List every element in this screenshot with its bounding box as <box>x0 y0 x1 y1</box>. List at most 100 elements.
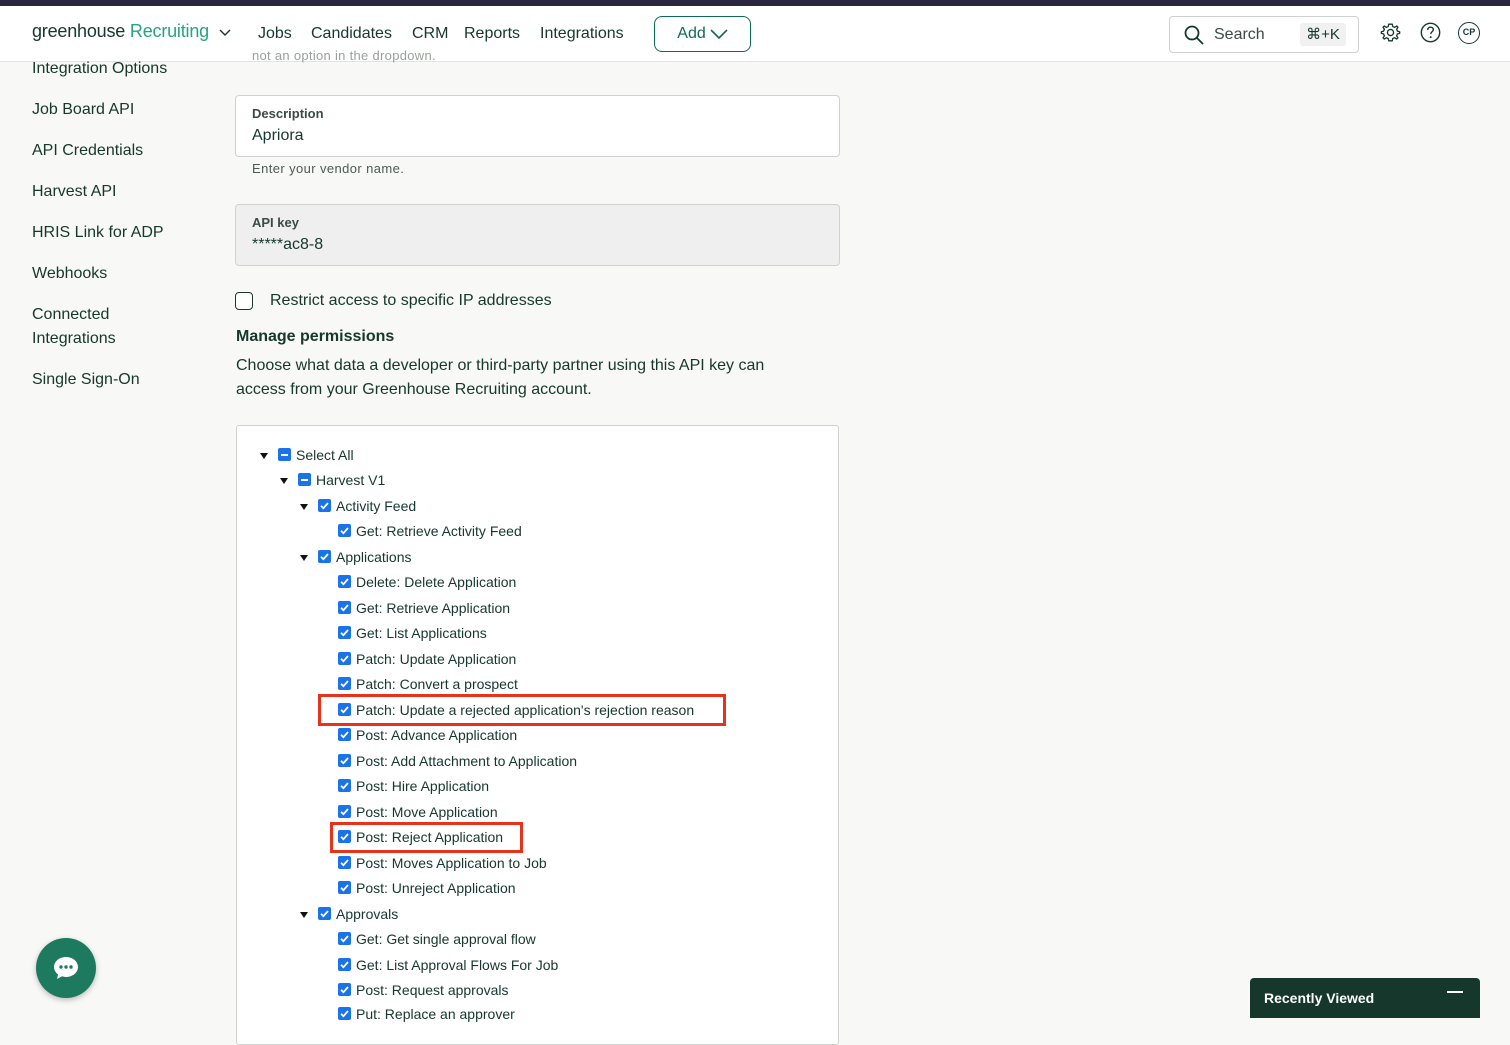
restrict-ip-label[interactable]: Restrict access to specific IP addresses <box>270 292 552 310</box>
expand-toggle-icon[interactable] <box>300 555 308 561</box>
sidebar-item-connected-integrations[interactable]: Connected Integrations <box>32 303 116 351</box>
checked-checkbox[interactable] <box>318 907 331 920</box>
tree-node-patch-update-application[interactable]: Patch: Update Application <box>237 651 837 671</box>
sidebar-item-single-sign-on[interactable]: Single Sign-On <box>32 368 140 392</box>
checked-checkbox[interactable] <box>338 830 351 843</box>
sidebar-item-job-board-api[interactable]: Job Board API <box>32 98 134 122</box>
expand-toggle-icon[interactable] <box>300 912 308 918</box>
tree-node-label: Get: Get single approval flow <box>356 931 536 947</box>
manage-permissions-description: Choose what data a developer or third-pa… <box>236 354 836 402</box>
search-placeholder: Search <box>1214 26 1265 43</box>
tree-node-post-unreject-application[interactable]: Post: Unreject Application <box>237 880 837 900</box>
tree-node-label: Post: Reject Application <box>356 829 504 845</box>
description-value[interactable]: Apriora <box>252 127 304 145</box>
tree-node-label: Put: Replace an approver <box>356 1006 515 1022</box>
tree-node-get-single-approval-flow[interactable]: Get: Get single approval flow <box>237 931 837 951</box>
tree-node-label: Select All <box>296 447 354 463</box>
indeterminate-checkbox[interactable] <box>298 473 311 486</box>
nav-jobs[interactable]: Jobs <box>258 25 292 43</box>
checked-checkbox[interactable] <box>338 958 351 971</box>
checked-checkbox[interactable] <box>338 1007 351 1020</box>
help-icon[interactable] <box>1420 22 1441 43</box>
tree-node-harvest-v1[interactable]: Harvest V1 <box>237 472 837 492</box>
tree-node-post-move-application[interactable]: Post: Move Application <box>237 804 837 824</box>
nav-crm[interactable]: CRM <box>412 25 448 43</box>
sidebar-item-api-credentials[interactable]: API Credentials <box>32 139 143 163</box>
checked-checkbox[interactable] <box>338 856 351 869</box>
tree-node-get-retrieve-activity-feed[interactable]: Get: Retrieve Activity Feed <box>237 523 837 543</box>
checked-checkbox[interactable] <box>338 652 351 665</box>
tree-node-delete-application[interactable]: Delete: Delete Application <box>237 574 837 594</box>
nav-reports[interactable]: Reports <box>464 25 520 43</box>
checked-checkbox[interactable] <box>338 575 351 588</box>
tree-node-label: Post: Hire Application <box>356 778 490 794</box>
permissions-tree: Select All Harvest V1 Activity Feed Get: Re… <box>236 425 839 1045</box>
expand-toggle-icon[interactable] <box>280 478 288 484</box>
checked-checkbox[interactable] <box>338 983 351 996</box>
chat-support-button[interactable] <box>36 938 96 998</box>
permissions-description-line: access from your Greenhouse Recruiting a… <box>236 381 592 398</box>
sidebar-item-integration-options[interactable]: Integration Options <box>32 57 167 81</box>
checked-checkbox[interactable] <box>338 677 351 690</box>
sidebar-item-hris-link[interactable]: HRIS Link for ADP <box>32 221 164 245</box>
tree-node-label: Post: Add Attachment to Application <box>356 753 578 769</box>
tree-node-post-add-attachment[interactable]: Post: Add Attachment to Application <box>237 753 837 773</box>
nav-candidates[interactable]: Candidates <box>311 25 392 43</box>
sidebar-item-webhooks[interactable]: Webhooks <box>32 262 107 286</box>
checked-checkbox[interactable] <box>338 626 351 639</box>
tree-node-label: Post: Moves Application to Job <box>356 855 547 871</box>
tree-node-select-all[interactable]: Select All <box>237 447 837 467</box>
checked-checkbox[interactable] <box>338 779 351 792</box>
tree-node-post-advance-application[interactable]: Post: Advance Application <box>237 727 837 747</box>
minimize-icon[interactable] <box>1447 991 1463 993</box>
expand-toggle-icon[interactable] <box>300 504 308 510</box>
sidebar-item-harvest-api[interactable]: Harvest API <box>32 180 116 204</box>
tree-node-get-list-applications[interactable]: Get: List Applications <box>237 625 837 645</box>
checked-checkbox[interactable] <box>338 703 351 716</box>
tree-node-patch-update-rejection-reason[interactable]: Patch: Update a rejected application's r… <box>237 702 837 722</box>
greenhouse-logo[interactable]: greenhouse Recruiting <box>32 21 231 42</box>
checked-checkbox[interactable] <box>338 754 351 767</box>
tree-node-post-reject-application[interactable]: Post: Reject Application <box>237 829 837 849</box>
tree-node-put-replace-approver[interactable]: Put: Replace an approver <box>237 1006 837 1026</box>
checked-checkbox[interactable] <box>338 881 351 894</box>
chevron-down-icon <box>710 29 728 40</box>
add-button[interactable]: Add <box>654 16 751 52</box>
recently-viewed-panel[interactable]: Recently Viewed <box>1250 978 1480 1018</box>
chevron-down-icon[interactable] <box>218 25 232 39</box>
checked-checkbox[interactable] <box>318 499 331 512</box>
tree-node-activity-feed[interactable]: Activity Feed <box>237 498 837 518</box>
expand-toggle-icon[interactable] <box>260 453 268 459</box>
search-icon <box>1184 25 1204 45</box>
tree-node-label: Post: Unreject Application <box>356 880 516 896</box>
tree-node-patch-convert-prospect[interactable]: Patch: Convert a prospect <box>237 676 837 696</box>
tree-node-label: Get: List Approval Flows For Job <box>356 957 559 973</box>
search-box[interactable]: Search ⌘+K <box>1169 16 1359 53</box>
tree-node-approvals[interactable]: Approvals <box>237 906 837 926</box>
tree-node-label: Approvals <box>336 906 399 922</box>
description-helper-text: Enter your vendor name. <box>252 161 405 176</box>
api-key-label: API key <box>252 215 299 230</box>
gear-icon[interactable] <box>1380 22 1401 43</box>
description-field[interactable]: Description Apriora <box>235 95 840 157</box>
checked-checkbox[interactable] <box>318 550 331 563</box>
checked-checkbox[interactable] <box>338 601 351 614</box>
tree-node-label: Post: Advance Application <box>356 727 518 743</box>
nav-integrations[interactable]: Integrations <box>540 25 624 43</box>
tree-node-post-request-approvals[interactable]: Post: Request approvals <box>237 982 837 1002</box>
tree-node-get-retrieve-application[interactable]: Get: Retrieve Application <box>237 600 837 620</box>
checked-checkbox[interactable] <box>338 805 351 818</box>
checked-checkbox[interactable] <box>338 728 351 741</box>
tree-node-label: Post: Move Application <box>356 804 498 820</box>
tree-node-label: Patch: Update a rejected application's r… <box>356 702 695 718</box>
tree-node-post-move-application-to-job[interactable]: Post: Moves Application to Job <box>237 855 837 875</box>
restrict-ip-checkbox[interactable] <box>235 292 253 310</box>
tree-node-applications[interactable]: Applications <box>237 549 837 569</box>
tree-node-get-list-approval-flows[interactable]: Get: List Approval Flows For Job <box>237 957 837 977</box>
indeterminate-checkbox[interactable] <box>278 448 291 461</box>
sidebar-item-label-line2: Integrations <box>32 330 116 347</box>
user-avatar[interactable]: CP <box>1458 22 1480 44</box>
checked-checkbox[interactable] <box>338 524 351 537</box>
tree-node-post-hire-application[interactable]: Post: Hire Application <box>237 778 837 798</box>
checked-checkbox[interactable] <box>338 932 351 945</box>
